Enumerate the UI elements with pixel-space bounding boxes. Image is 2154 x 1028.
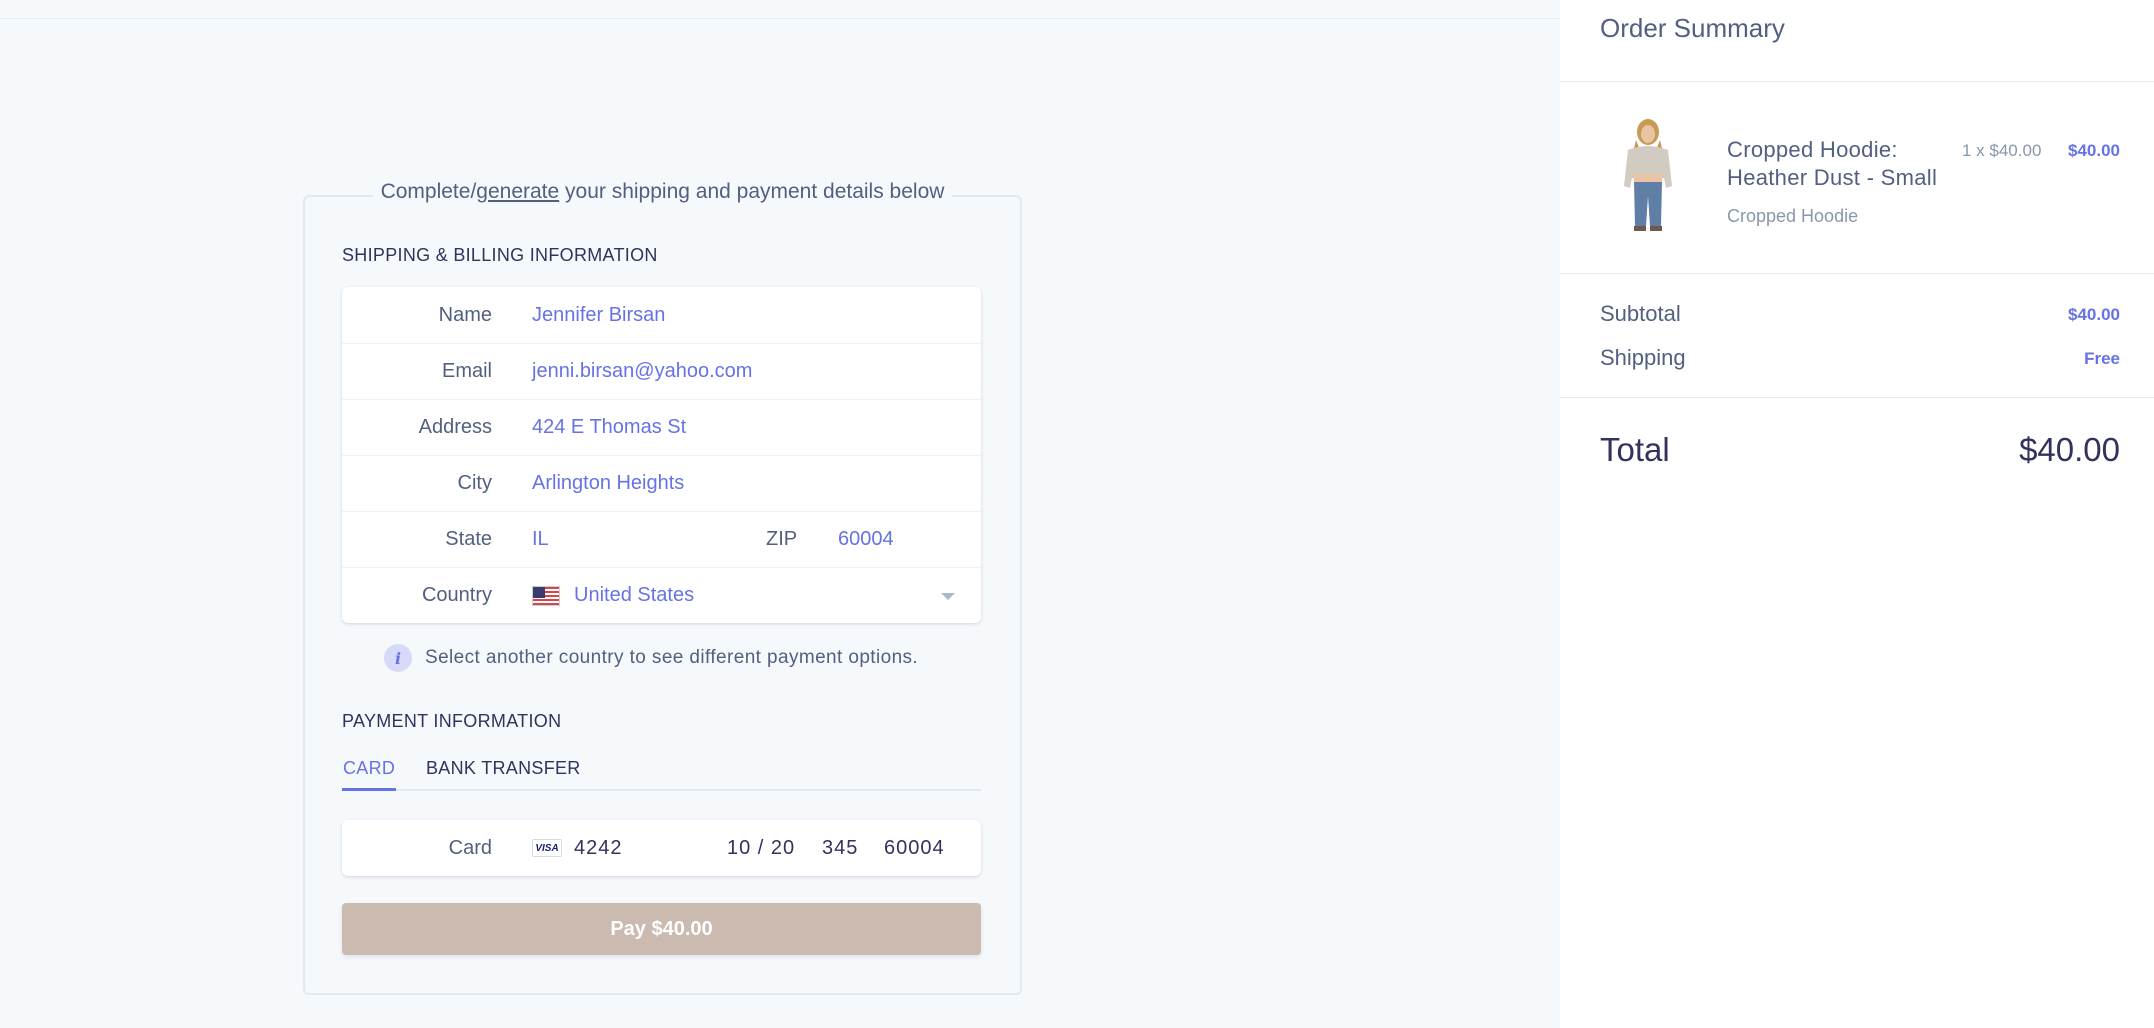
chevron-down-icon[interactable] bbox=[941, 593, 955, 600]
product-subtitle: Cropped Hoodie bbox=[1727, 206, 1859, 226]
state-input[interactable]: IL bbox=[532, 528, 549, 551]
payment-section-title: Payment Information bbox=[342, 711, 562, 731]
country-row[interactable]: Country United States bbox=[342, 567, 981, 623]
product-name: Cropped Hoodie: Heather Dust - Small bbox=[1727, 137, 1938, 190]
summary-divider bbox=[1560, 273, 2154, 274]
product-image bbox=[1624, 119, 1672, 231]
product-price: $40.00 bbox=[2068, 141, 2120, 160]
order-summary-title: Order Summary bbox=[1600, 13, 1785, 43]
email-input[interactable]: jenni.birsan@yahoo.com bbox=[532, 360, 752, 383]
legend-prefix: Complete/ bbox=[380, 180, 477, 203]
legend-suffix: your shipping and payment details below bbox=[559, 180, 945, 203]
shipping-fieldset: Name Jennifer Birsan Email jenni.birsan@… bbox=[342, 287, 981, 623]
product-quantity: 1 x $40.00 bbox=[1962, 141, 2042, 160]
country-select[interactable]: United States bbox=[574, 584, 694, 607]
generate-link[interactable]: generate bbox=[476, 180, 559, 203]
card-label: Card bbox=[448, 836, 492, 859]
shipping-section-title: Shipping & Billing Information bbox=[342, 245, 658, 265]
card-zip-input[interactable]: 60004 bbox=[884, 837, 945, 860]
name-input[interactable]: Jennifer Birsan bbox=[532, 304, 665, 327]
email-row: Email jenni.birsan@yahoo.com bbox=[342, 343, 981, 399]
card-number-input[interactable]: 4242 bbox=[574, 837, 623, 860]
city-input[interactable]: Arlington Heights bbox=[532, 472, 684, 495]
notice-text: Select another country to see different … bbox=[425, 647, 919, 668]
total-value: $40.00 bbox=[2019, 431, 2120, 468]
pay-button[interactable]: Pay $40.00 bbox=[342, 903, 981, 955]
city-label: City bbox=[457, 472, 492, 494]
form-legend: Complete/generate your shipping and paym… bbox=[305, 180, 1020, 204]
card-cvc-input[interactable]: 345 bbox=[822, 837, 858, 860]
email-label: Email bbox=[441, 360, 492, 382]
address-label: Address bbox=[418, 416, 492, 438]
state-zip-row: State IL ZIP 60004 bbox=[342, 511, 981, 567]
city-row: City Arlington Heights bbox=[342, 455, 981, 511]
header-divider bbox=[0, 18, 1560, 19]
card-expiry-input[interactable]: 10 / 20 bbox=[727, 837, 795, 860]
zip-input[interactable]: 60004 bbox=[838, 528, 894, 551]
shipping-label: Shipping bbox=[1600, 345, 1686, 370]
subtotal-value: $40.00 bbox=[2068, 305, 2120, 324]
address-input[interactable]: 424 E Thomas St bbox=[532, 416, 686, 439]
tab-card[interactable]: Card bbox=[342, 758, 397, 791]
tab-bank-transfer[interactable]: Bank Transfer bbox=[426, 758, 581, 791]
payment-tabs: Card Bank Transfer bbox=[342, 758, 981, 791]
card-fieldset: Card VISA 4242 10 / 20 345 60004 bbox=[342, 820, 981, 876]
zip-label: ZIP bbox=[766, 528, 798, 550]
card-row[interactable]: Card VISA 4242 10 / 20 345 60004 bbox=[342, 820, 981, 876]
name-label: Name bbox=[438, 303, 492, 326]
subtotal-label: Subtotal bbox=[1600, 301, 1681, 326]
address-row: Address 424 E Thomas St bbox=[342, 399, 981, 455]
summary-divider bbox=[1560, 81, 2154, 82]
state-label: State bbox=[445, 528, 492, 550]
checkout-form: Complete/generate your shipping and paym… bbox=[303, 180, 1022, 995]
shipping-value: Free bbox=[2084, 349, 2120, 368]
country-label: Country bbox=[421, 584, 492, 606]
name-row: Name Jennifer Birsan bbox=[342, 287, 981, 343]
order-summary-sidebar: Order Summary Cropped Hoodie: Heather Du… bbox=[1560, 0, 2154, 1028]
visa-brand-icon: VISA bbox=[532, 839, 562, 857]
country-notice: i Select another country to see differen… bbox=[384, 644, 918, 672]
summary-divider bbox=[1560, 397, 2154, 398]
total-label: Total bbox=[1600, 431, 1670, 468]
info-icon: i bbox=[384, 644, 412, 672]
us-flag-icon bbox=[532, 585, 560, 606]
